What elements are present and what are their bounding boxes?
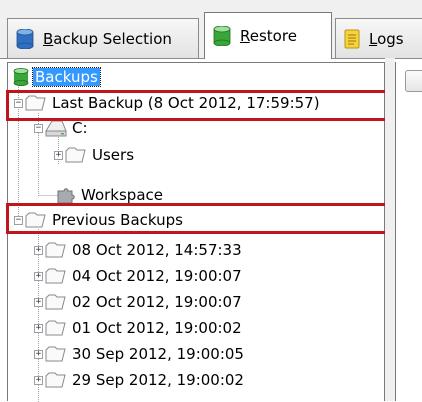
folder-icon (45, 267, 67, 285)
folder-icon (45, 293, 67, 311)
tree-node-label: 30 Sep 2012, 19:00:05 (72, 345, 244, 363)
tree-node-label: Workspace (81, 186, 163, 204)
folder-icon (45, 319, 67, 337)
tree-node-backup-entry[interactable]: + 08 Oct 2012, 14:57:33 (34, 238, 242, 262)
puzzle-icon (56, 185, 76, 205)
tree-node-label: 08 Oct 2012, 14:57:33 (72, 241, 242, 259)
highlight-box-previous-backups (6, 203, 389, 234)
pane-splitter[interactable] (385, 58, 395, 401)
details-pane-header[interactable] (405, 70, 422, 92)
tab-label: Backup Selection (43, 29, 172, 48)
details-pane (395, 62, 422, 401)
expand-icon[interactable]: + (34, 271, 43, 281)
expand-icon[interactable]: + (54, 150, 63, 160)
tree-node-label: Users (92, 146, 135, 164)
tree-node-label: C: (72, 119, 88, 137)
expand-icon[interactable]: + (34, 349, 43, 359)
tab-backup-selection[interactable]: Backup Selection (7, 18, 199, 58)
tree-node-label: Backups (32, 67, 101, 87)
expand-icon[interactable]: + (34, 375, 43, 385)
tab-label: Logs (369, 29, 404, 48)
folder-icon (65, 146, 87, 164)
tree-node-backup-entry[interactable]: + 01 Oct 2012, 19:00:02 (34, 316, 242, 340)
database-green-icon (13, 68, 29, 86)
folder-icon (45, 345, 67, 363)
tree-node-label: 04 Oct 2012, 19:00:07 (72, 267, 242, 285)
folder-icon (45, 241, 67, 259)
expand-icon[interactable]: + (34, 297, 43, 307)
highlight-box-last-backup (6, 90, 389, 121)
tab-label: Restore (240, 27, 297, 45)
folder-icon (45, 371, 67, 389)
tree-node-backup-entry[interactable]: + 04 Oct 2012, 19:00:07 (34, 264, 242, 288)
tree-node-backup-entry[interactable]: + 29 Sep 2012, 19:00:02 (34, 368, 244, 392)
tab-restore[interactable]: Restore (204, 12, 332, 59)
tree-node-label: 29 Sep 2012, 19:00:02 (72, 371, 244, 389)
database-blue-icon (16, 28, 34, 49)
tree-node-users[interactable]: + Users (54, 143, 134, 167)
tab-bar: Backup Selection Restore Logs (0, 0, 422, 59)
tree-node-backup-entry[interactable]: + 02 Oct 2012, 19:00:07 (34, 290, 242, 314)
database-green-icon (213, 26, 231, 46)
drive-icon (45, 119, 67, 137)
tree-node-label: 02 Oct 2012, 19:00:07 (72, 293, 242, 311)
collapse-icon[interactable]: − (34, 123, 43, 133)
tree-node-backups[interactable]: Backups (13, 65, 101, 89)
tree-node-label: 01 Oct 2012, 19:00:02 (72, 319, 242, 337)
document-icon (344, 29, 360, 49)
tree-node-backup-entry[interactable]: + 30 Sep 2012, 19:00:05 (34, 342, 244, 366)
expand-icon[interactable]: + (34, 323, 43, 333)
expand-icon[interactable]: + (34, 245, 43, 255)
tab-logs[interactable]: Logs (335, 18, 422, 58)
